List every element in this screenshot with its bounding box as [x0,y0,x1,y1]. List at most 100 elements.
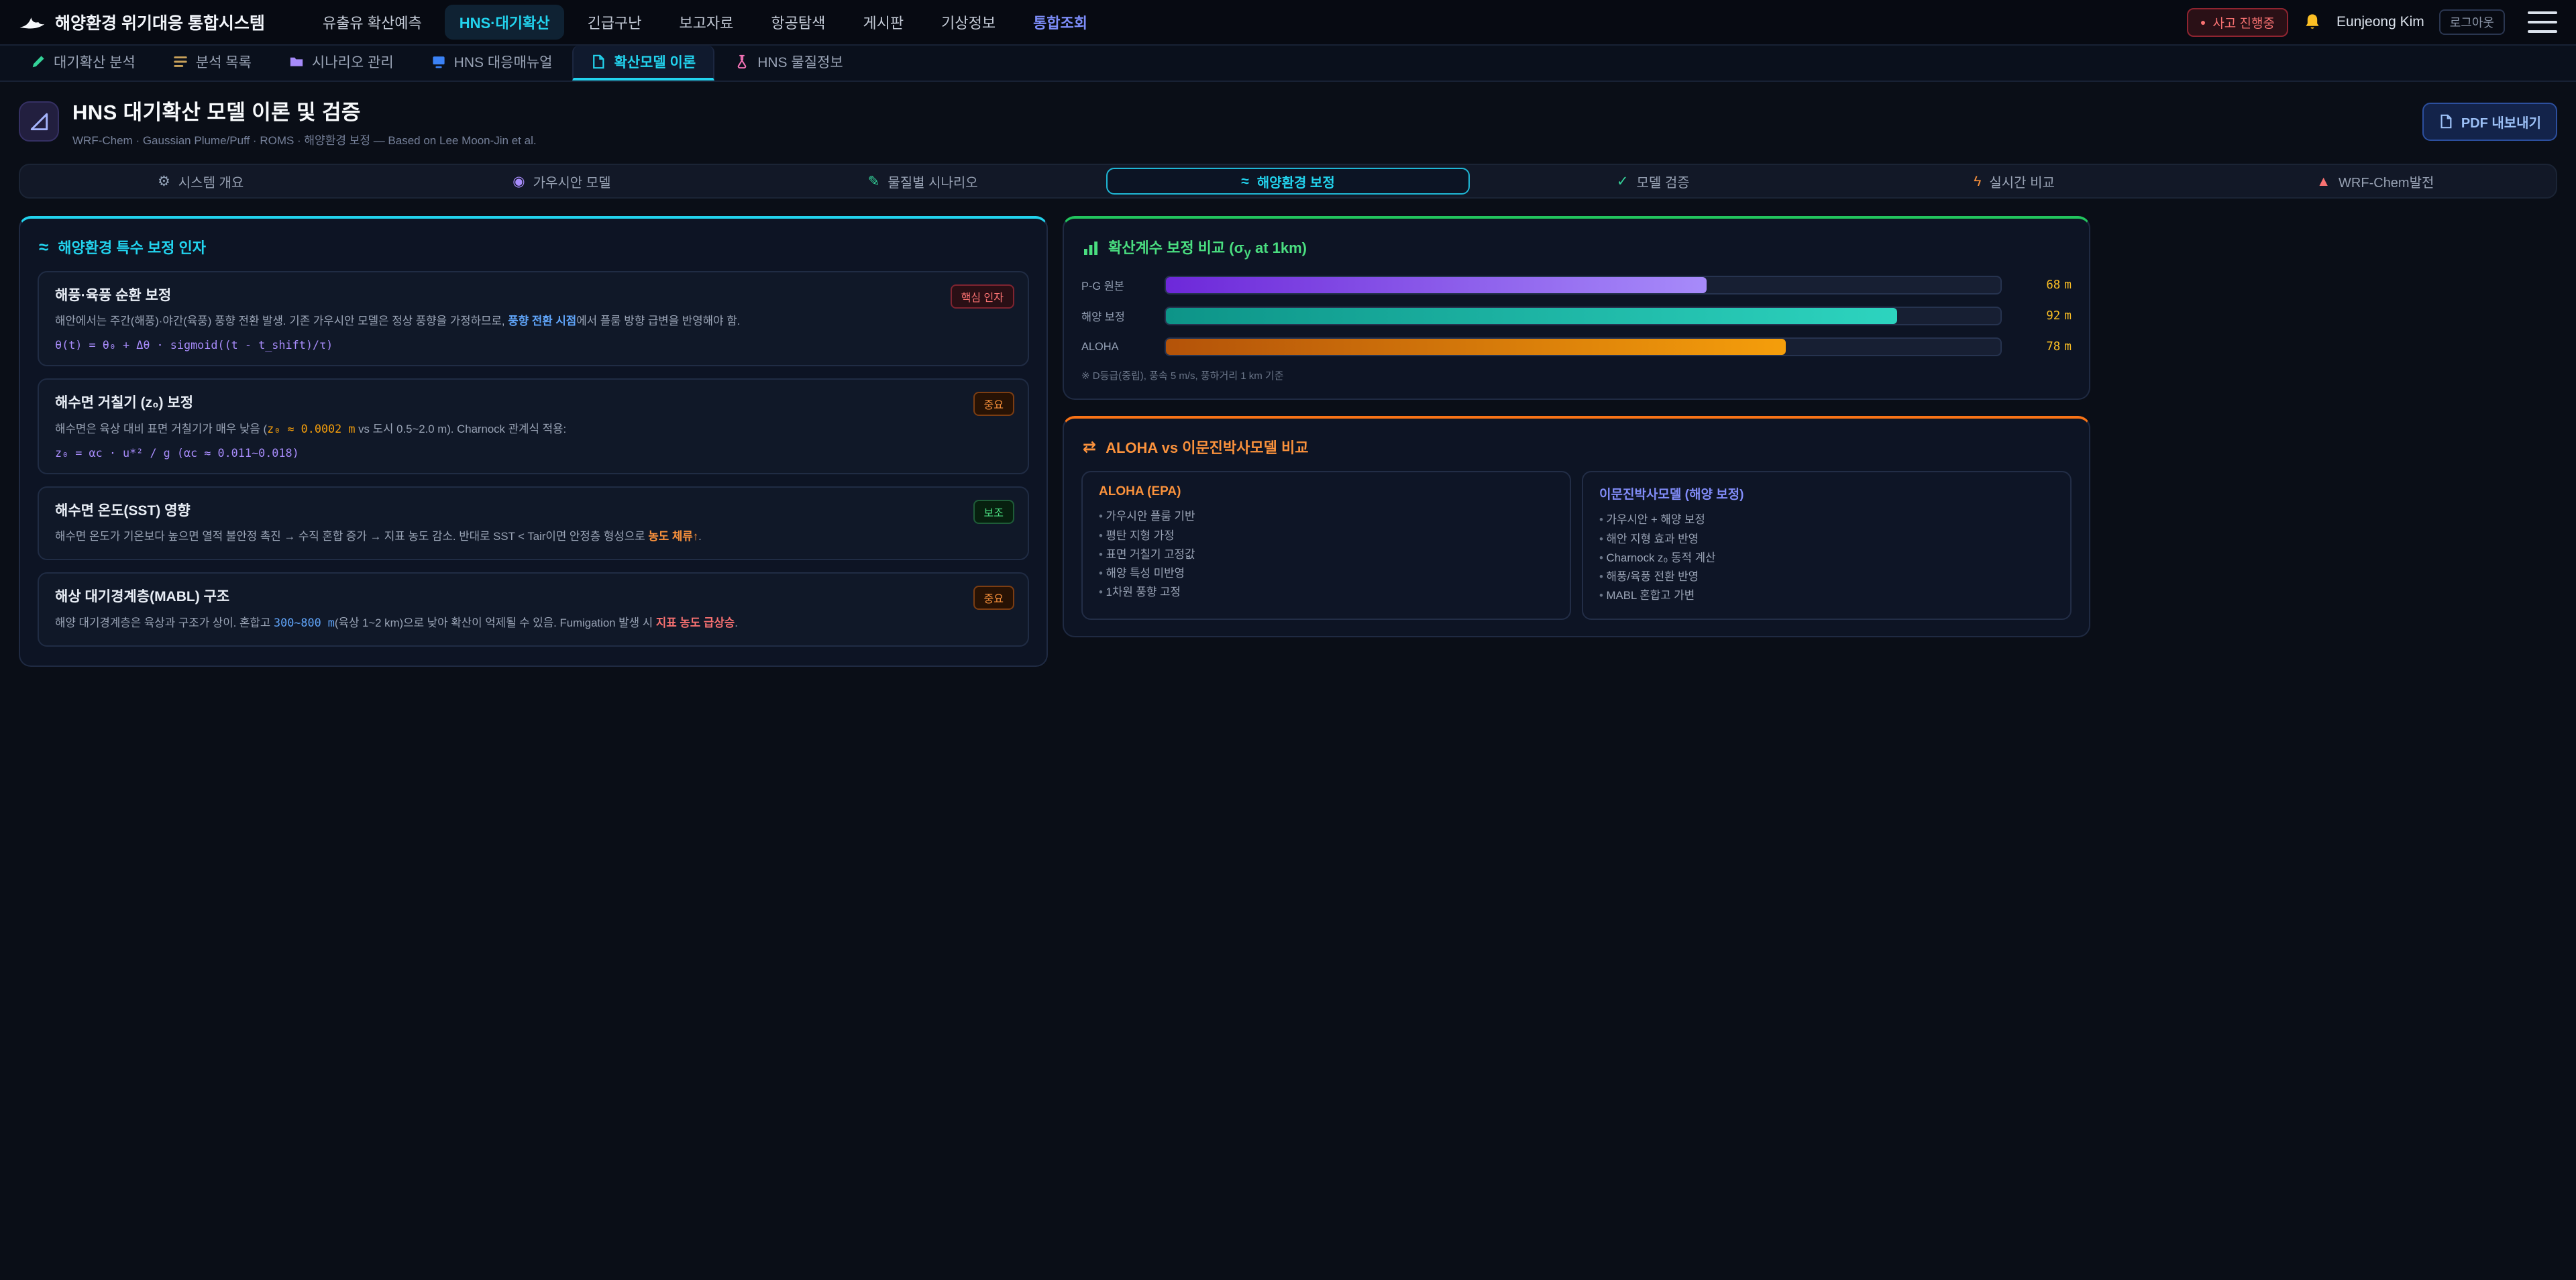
notification-bell-icon[interactable] [2303,13,2322,32]
check-icon: ✓ [1617,174,1629,189]
set-square-icon [19,101,59,142]
section-tab-model-validation[interactable]: ✓ 모델 검증 [1472,165,1833,197]
section-tab-gaussian-model[interactable]: ◉ 가우시안 모델 [381,165,742,197]
bar-track [1165,307,2002,325]
leemoonjin-feature-list: 가우시안 + 해양 보정 해안 지형 효과 반영 Charnock z₀ 동적 … [1599,511,2054,605]
aloha-feature-list: 가우시안 플룸 기반 평탄 지형 가정 표면 거칠기 고정값 해양 특성 미반영… [1099,507,1554,602]
marine-correction-factors-card: ≈ 해양환경 특수 보정 인자 해풍·육풍 순환 보정 핵심 인자 해안에서는 … [19,216,1048,667]
main-content: ≈ 해양환경 특수 보정 인자 해풍·육풍 순환 보정 핵심 인자 해안에서는 … [19,216,2557,667]
main-nav: 유출유 확산예측 HNS·대기확산 긴급구난 보고자료 항공탐색 게시판 기상정… [308,5,1102,40]
section-tab-label: 실시간 비교 [1989,172,2055,191]
list-item: MABL 혼합고 가변 [1599,586,2054,605]
bar-fill-pg-original [1166,277,1707,293]
tab-label: 대기확산 분석 [54,52,136,72]
pdf-export-button[interactable]: PDF 내보내기 [2422,103,2557,141]
bar-label: ALOHA [1081,341,1151,354]
bar-label: P-G 원본 [1081,277,1151,293]
bar-value: 78m [2015,340,2072,354]
nav-item-weather[interactable]: 기상정보 [926,5,1010,40]
manual-monitor-icon [431,54,446,69]
section-tab-system-overview[interactable]: ⚙ 시스템 개요 [20,165,381,197]
factor-badge: 핵심 인자 [951,284,1014,309]
list-item: 1차원 풍향 고정 [1099,583,1554,602]
menu-hamburger-icon[interactable] [2528,11,2557,33]
factor-badge: 보조 [973,500,1014,524]
section-tab-label: 모델 검증 [1636,172,1689,191]
status-dot-icon: ● [2200,17,2206,27]
page-header-text: HNS 대기확산 모델 이론 및 검증 WRF-Chem · Gaussian … [72,95,537,148]
tab-dispersion-model-theory[interactable]: 확산모델 이론 [572,46,714,81]
nav-item-hns-dispersion[interactable]: HNS·대기확산 [445,5,565,40]
wing-logo-icon [19,14,46,30]
factor-badge: 중요 [973,586,1014,610]
nav-item-integrated-search[interactable]: 통합조회 [1018,5,1102,40]
nav-item-oil-spill[interactable]: 유출유 확산예측 [308,5,437,40]
list-item: 해양 특성 미반영 [1099,564,1554,583]
factor-body: 해수면은 육상 대비 표면 거칠기가 매우 낮음 (z₀ ≈ 0.0002 m … [55,420,1012,438]
bar-value: 92m [2015,309,2072,323]
theory-document-icon [591,54,606,69]
tab-label: HNS 물질정보 [757,52,843,72]
bar-track [1165,337,2002,356]
pencil-icon [31,54,46,69]
section-tab-marine-correction[interactable]: ≈ 해양환경 보정 [1106,168,1470,195]
tab-scenario-management[interactable]: 시나리오 관리 [272,46,411,81]
page-header: HNS 대기확산 모델 이론 및 검증 WRF-Chem · Gaussian … [0,82,2576,160]
bar-fill-aloha [1166,339,1786,355]
tab-analysis-list[interactable]: 분석 목록 [156,46,269,81]
section-tab-label: 가우시안 모델 [533,172,611,191]
tab-hns-substance-info[interactable]: HNS 물질정보 [717,46,860,81]
tab-label: 분석 목록 [196,52,252,72]
section-tab-label: WRF-Chem발전 [2339,172,2434,191]
comparison-card-title: ⇄ ALOHA vs 이문진박사모델 비교 [1083,436,2072,458]
section-tab-label: 해양환경 보정 [1257,172,1335,191]
bar-row-aloha: ALOHA 78m [1081,337,2072,356]
factor-title: 해수면 온도(SST) 영향 [55,500,1012,520]
section-tabs: ⚙ 시스템 개요 ◉ 가우시안 모델 ✎ 물질별 시나리오 ≈ 해양환경 보정 … [19,164,2557,199]
page-title: HNS 대기확산 모델 이론 및 검증 [72,95,537,125]
factor-sea-land-breeze: 해풍·육풍 순환 보정 핵심 인자 해안에서는 주간(해풍)·야간(육풍) 풍향… [38,271,1029,366]
bar-chart-icon [1083,240,1099,256]
factor-sea-surface-roughness: 해수면 거칠기 (z₀) 보정 중요 해수면은 육상 대비 표면 거칠기가 매우… [38,378,1029,474]
dispersion-coefficient-chart-card: 확산계수 보정 비교 (σy at 1km) P-G 원본 68m 해양 보정 … [1063,216,2090,400]
incident-status-badge[interactable]: ● 사고 진행중 [2187,8,2288,37]
bar-row-marine-corrected: 해양 보정 92m [1081,307,2072,325]
aloha-panel: ALOHA (EPA) 가우시안 플룸 기반 평탄 지형 가정 표면 거칠기 고… [1081,471,1571,620]
nav-item-reports[interactable]: 보고자료 [664,5,748,40]
bar-row-pg-original: P-G 원본 68m [1081,276,2072,295]
bar-track [1165,276,2002,295]
list-item: 평탄 지형 가정 [1099,527,1554,545]
bolt-icon: ϟ [1974,174,1981,189]
module-tabbar: 대기확산 분석 분석 목록 시나리오 관리 HNS 대응매뉴얼 확산모델 이론 … [0,46,2576,82]
flask-icon [735,54,749,69]
brand-logo[interactable]: 해양환경 위기대응 통합시스템 [19,10,265,34]
section-tab-substance-scenarios[interactable]: ✎ 물질별 시나리오 [743,165,1104,197]
factor-title: 해수면 거칠기 (z₀) 보정 [55,392,1012,412]
gear-icon: ⚙ [158,174,170,189]
section-tab-wrf-chem[interactable]: ▲ WRF-Chem발전 [2195,165,2556,197]
correction-card-title-text: 해양환경 특수 보정 인자 [58,236,206,258]
bar-chart: P-G 원본 68m 해양 보정 92m ALOHA 78m [1081,276,2072,356]
list-item: Charnock z₀ 동적 계산 [1599,549,2054,568]
nav-item-rescue[interactable]: 긴급구난 [572,5,656,40]
section-tab-label: 물질별 시나리오 [888,172,977,191]
section-tab-realtime-comparison[interactable]: ϟ 실시간 비교 [1833,165,2194,197]
nav-item-aerial-search[interactable]: 항공탐색 [756,5,840,40]
app-root: 해양환경 위기대응 통합시스템 유출유 확산예측 HNS·대기확산 긴급구난 보… [0,0,2576,1280]
bar-fill-marine-corrected [1166,308,1897,324]
topnav-right-cluster: ● 사고 진행중 Eunjeong Kim 로그아웃 [2187,8,2557,37]
comparison-card-title-text: ALOHA vs 이문진박사모델 비교 [1106,436,1308,458]
rocket-icon: ▲ [2316,174,2330,189]
folder-icon [289,54,304,69]
chart-card-title: 확산계수 보정 비교 (σy at 1km) [1083,236,2072,260]
incident-badge-label: 사고 진행중 [2212,13,2275,32]
logout-button[interactable]: 로그아웃 [2439,9,2505,35]
nav-item-board[interactable]: 게시판 [848,5,918,40]
target-icon: ◉ [513,174,525,189]
factor-title: 해풍·육풍 순환 보정 [55,284,1012,305]
tab-atmos-analysis[interactable]: 대기확산 분석 [13,46,153,81]
model-comparison-card: ⇄ ALOHA vs 이문진박사모델 비교 ALOHA (EPA) 가우시안 플… [1063,416,2090,637]
tab-hns-manual[interactable]: HNS 대응매뉴얼 [414,46,570,81]
pdf-export-label: PDF 내보내기 [2461,112,2541,131]
page-subtitle: WRF-Chem · Gaussian Plume/Puff · ROMS · … [72,131,537,148]
